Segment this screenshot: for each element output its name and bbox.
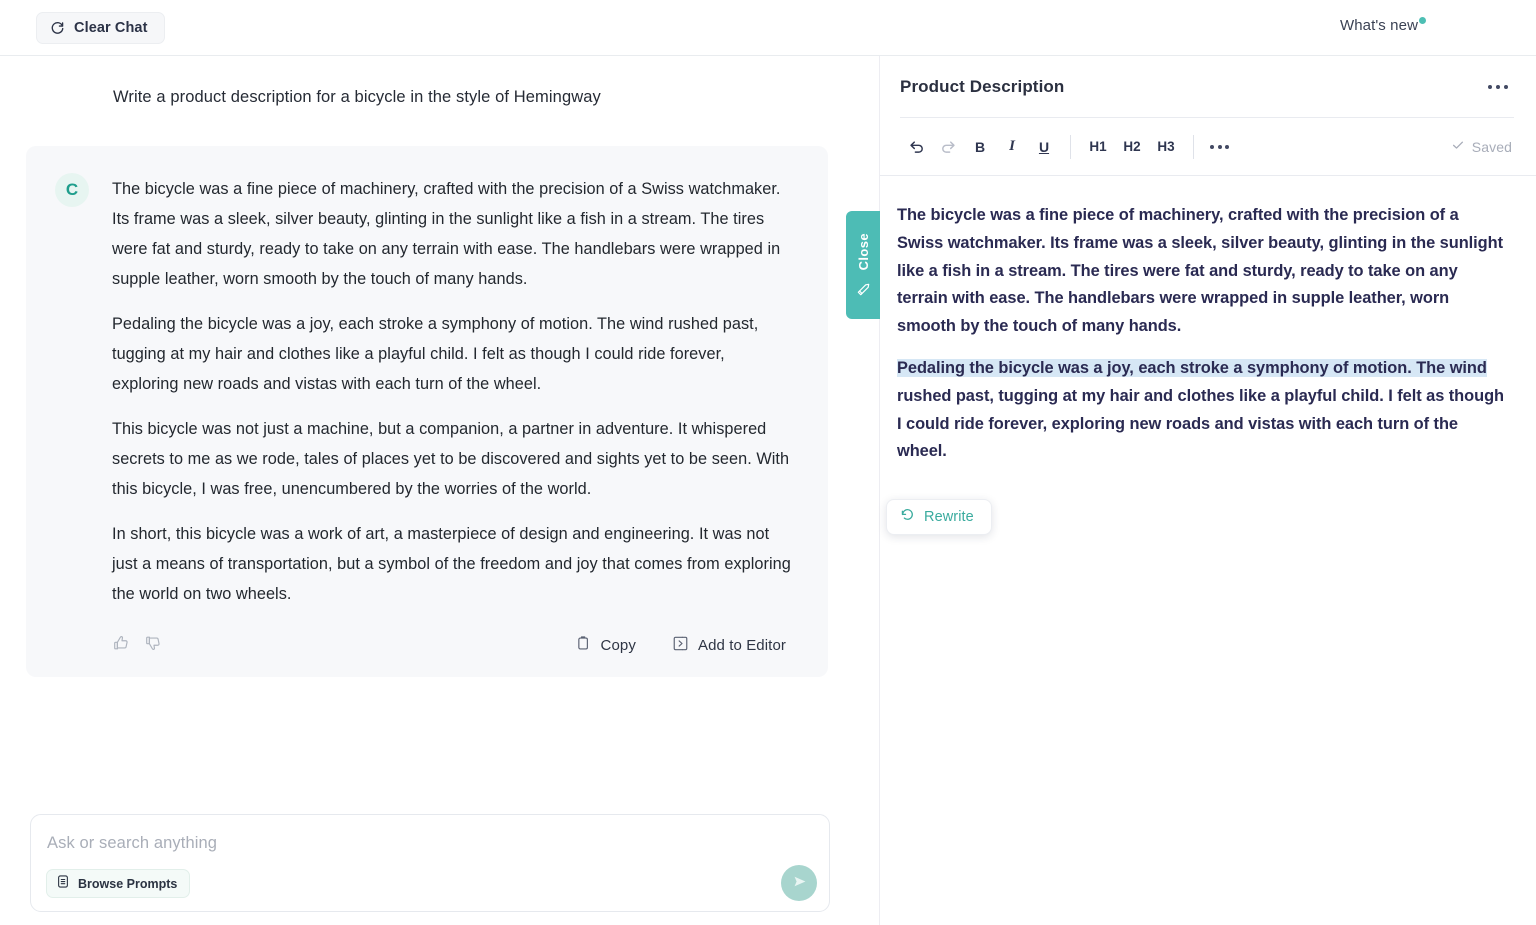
check-icon — [1451, 138, 1465, 155]
editor-paragraph-selected: Pedaling the bicycle was a joy, each str… — [897, 355, 1506, 466]
user-prompt-text: Write a product description for a bicycl… — [113, 88, 601, 106]
assistant-avatar: C — [55, 173, 89, 207]
toolbar-divider — [1193, 134, 1194, 159]
thumbs-up-icon[interactable] — [112, 634, 130, 657]
editor-paragraph: The bicycle was a fine piece of machiner… — [897, 206, 1503, 336]
answer-paragraph: This bicycle was not just a machine, but… — [112, 420, 790, 498]
close-editor-tab[interactable]: Close — [846, 211, 880, 319]
feedback-group — [112, 634, 162, 657]
unselected-text: rushed past, tugging at my hair and clot… — [897, 386, 1504, 461]
italic-button[interactable]: I — [996, 132, 1028, 162]
send-arrow-icon — [791, 873, 808, 893]
add-to-editor-icon — [672, 635, 689, 656]
selected-text: Pedaling the bicycle was a joy, each str… — [897, 358, 1487, 377]
underline-button[interactable]: U — [1028, 132, 1060, 162]
send-button[interactable] — [781, 865, 817, 901]
close-tab-label: Close — [855, 232, 871, 271]
undo-button[interactable] — [900, 132, 932, 162]
editor-document-body[interactable]: The bicycle was a fine piece of machiner… — [880, 176, 1536, 466]
dot — [1225, 144, 1229, 149]
editor-toolbar: B I U H1 H2 H3 Saved — [880, 118, 1536, 176]
answer-paragraph: In short, this bicycle was a work of art… — [112, 525, 791, 603]
rewrite-popup-button[interactable]: Rewrite — [886, 499, 992, 535]
prompt-list-icon — [56, 874, 70, 894]
clear-chat-label: Clear Chat — [74, 20, 148, 36]
copy-label: Copy — [600, 636, 636, 654]
answer-paragraph: The bicycle was a fine piece of machiner… — [112, 180, 781, 288]
add-to-editor-button[interactable]: Add to Editor — [672, 635, 786, 656]
chat-panel: Write a product description for a bicycl… — [0, 56, 880, 925]
assistant-answer-card: C The bicycle was a fine piece of machin… — [26, 146, 828, 677]
saved-status: Saved — [1451, 138, 1512, 155]
add-to-editor-label: Add to Editor — [697, 636, 786, 654]
search-input[interactable] — [47, 834, 747, 853]
rewrite-label: Rewrite — [924, 509, 974, 525]
answer-paragraph: Pedaling the bicycle was a joy, each str… — [112, 315, 759, 393]
editor-header: Product Description — [880, 56, 1536, 118]
editor-document-title: Product Description — [900, 77, 1065, 96]
rewrite-refresh-icon — [900, 507, 915, 527]
dot — [1503, 84, 1508, 90]
main-content: Write a product description for a bicycl… — [0, 56, 1536, 925]
answer-primary-actions: Copy Add to Editor — [576, 635, 794, 656]
assistant-answer-body: The bicycle was a fine piece of machiner… — [112, 174, 794, 609]
refresh-icon — [50, 21, 65, 36]
browse-prompts-label: Browse Prompts — [78, 876, 178, 891]
heading-2-button[interactable]: H2 — [1115, 132, 1149, 162]
dot — [1210, 144, 1214, 149]
toolbar-more-options-icon[interactable] — [1204, 137, 1235, 157]
whats-new-label: What's new — [1339, 17, 1418, 34]
thumbs-down-icon[interactable] — [144, 634, 162, 657]
browse-prompts-button[interactable]: Browse Prompts — [46, 869, 191, 898]
editor-panel: Product Description B I U H1 H2 H3 Saved… — [880, 56, 1536, 925]
heading-1-button[interactable]: H1 — [1081, 132, 1115, 162]
whats-new-badge-dot — [1419, 17, 1426, 24]
chat-composer: Browse Prompts — [30, 814, 830, 912]
clear-chat-button[interactable]: Clear Chat — [36, 12, 165, 44]
pencil-icon — [856, 277, 871, 297]
clipboard-icon — [576, 635, 592, 656]
top-bar: Clear Chat What's new — [0, 0, 1536, 56]
redo-button[interactable] — [932, 132, 964, 162]
dot — [1487, 84, 1492, 90]
dot — [1495, 84, 1500, 90]
bold-button[interactable]: B — [964, 132, 996, 162]
answer-action-bar: Copy Add to Editor — [112, 631, 794, 659]
whats-new-link[interactable]: What's new — [1340, 17, 1426, 34]
saved-label: Saved — [1471, 138, 1512, 155]
heading-3-button[interactable]: H3 — [1149, 132, 1183, 162]
editor-more-options-icon[interactable] — [1486, 79, 1511, 96]
dot — [1217, 144, 1222, 149]
toolbar-divider — [1070, 134, 1071, 159]
copy-button[interactable]: Copy — [576, 635, 636, 656]
